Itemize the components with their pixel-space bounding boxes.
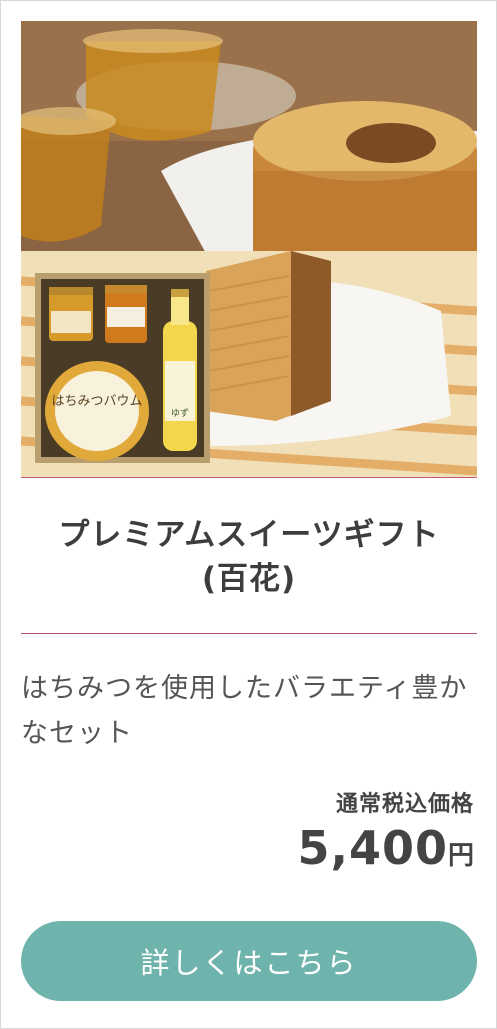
price: 5,400円	[297, 821, 474, 875]
product-title-line2: (百花)	[201, 561, 297, 597]
product-description: はちみつを使用したバラエティ豊かなセット	[21, 673, 468, 749]
product-image[interactable]: はちみつバウム ゆず	[21, 21, 477, 477]
product-title-line1: プレミアムスイーツギフト	[58, 517, 440, 553]
bottle-label: ゆず	[171, 408, 189, 419]
product-card: はちみつバウム ゆず プレミアムスイーツギフト (百花) はちみつを使用したバラ…	[0, 0, 497, 1029]
section-divider	[21, 633, 477, 634]
details-button[interactable]: 詳しくはこちら	[21, 921, 477, 1001]
cake-tin-label: はちみつバウム	[51, 394, 142, 409]
price-value: 5,400	[297, 821, 448, 875]
price-label: 通常税込価格	[335, 792, 474, 817]
product-title: プレミアムスイーツギフト (百花)	[21, 513, 477, 601]
image-bottom-line	[21, 477, 477, 478]
price-unit: 円	[447, 841, 474, 871]
